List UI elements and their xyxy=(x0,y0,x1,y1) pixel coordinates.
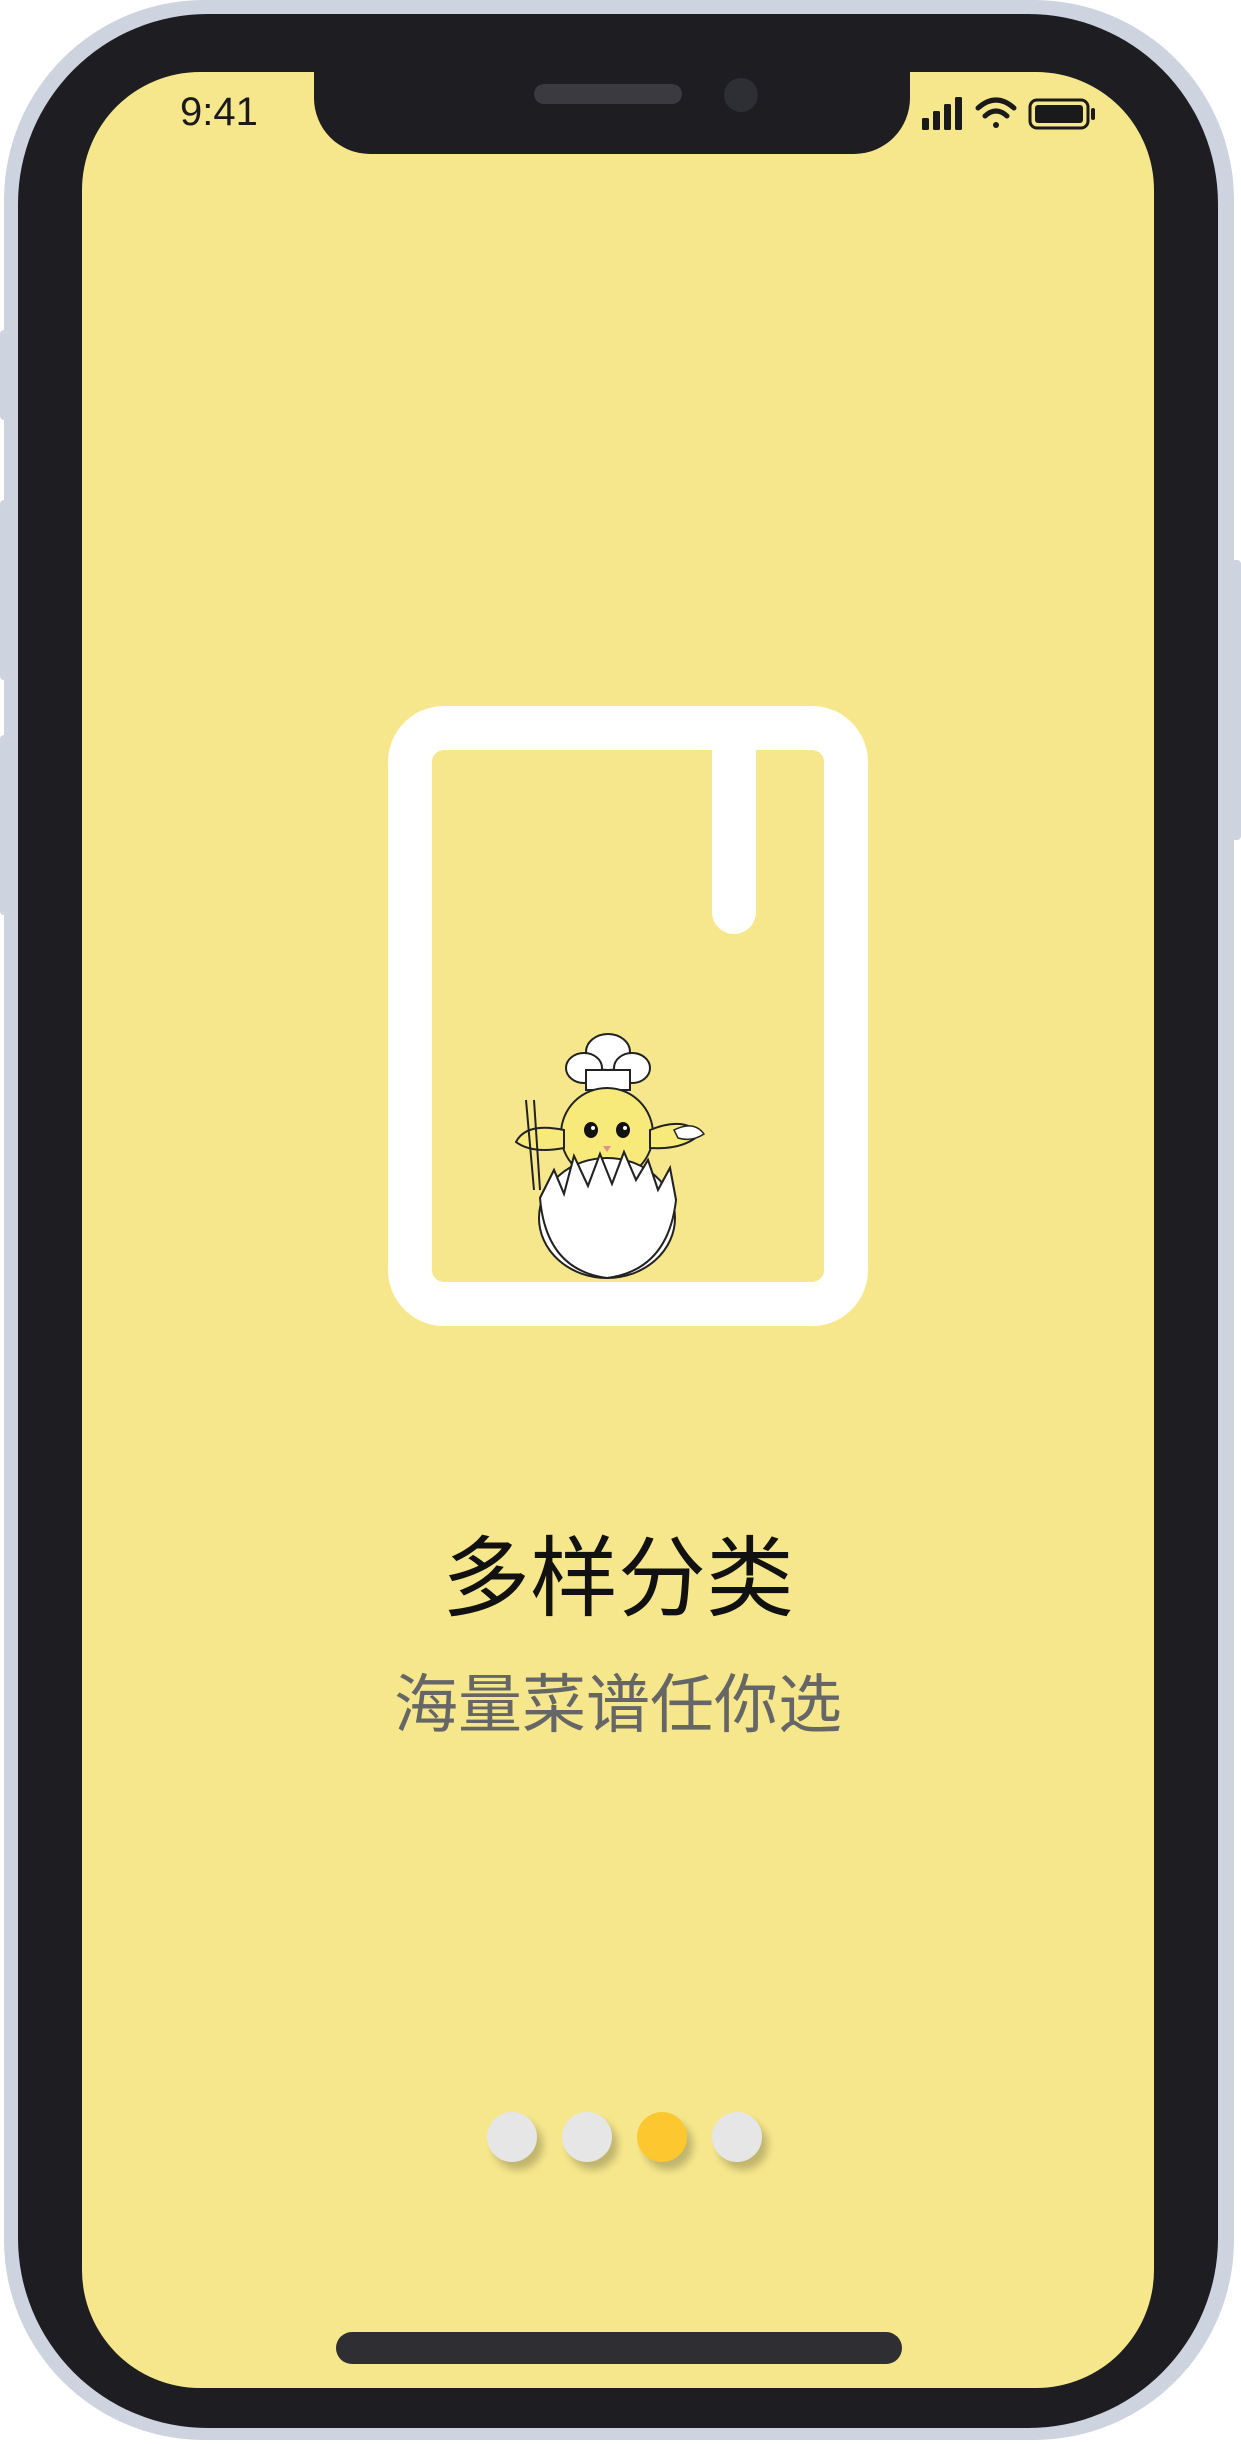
onboarding-subtitle: 海量菜谱任你选 xyxy=(394,1669,842,1743)
battery-icon xyxy=(1028,98,1095,130)
page-dot-3[interactable] xyxy=(637,2112,687,2162)
volume-down-button xyxy=(0,735,14,915)
page-dot-2[interactable] xyxy=(562,2112,612,2162)
onboarding-screen[interactable]: 9:41 多样分类 海量菜谱任你选 xyxy=(82,72,1154,2388)
status-time: 9:41 xyxy=(180,90,258,134)
status-icons xyxy=(922,94,1122,134)
home-indicator[interactable] xyxy=(336,2332,902,2364)
onboarding-title: 多样分类 xyxy=(441,1527,794,1630)
wifi-icon xyxy=(975,97,1017,128)
phone-device: 9:41 多样分类 海量菜谱任你选 xyxy=(0,0,1241,2444)
volume-up-button xyxy=(0,500,14,680)
page-dot-4[interactable] xyxy=(712,2112,762,2162)
chef-chick-icon xyxy=(508,1030,728,1284)
notch xyxy=(314,72,910,154)
page-dot-1[interactable] xyxy=(487,2112,537,2162)
page-indicator xyxy=(487,2112,767,2182)
speaker-grille xyxy=(534,84,682,104)
mute-switch xyxy=(0,330,14,420)
front-camera xyxy=(724,78,758,112)
power-button xyxy=(1227,560,1241,840)
signal-icon xyxy=(922,97,962,130)
